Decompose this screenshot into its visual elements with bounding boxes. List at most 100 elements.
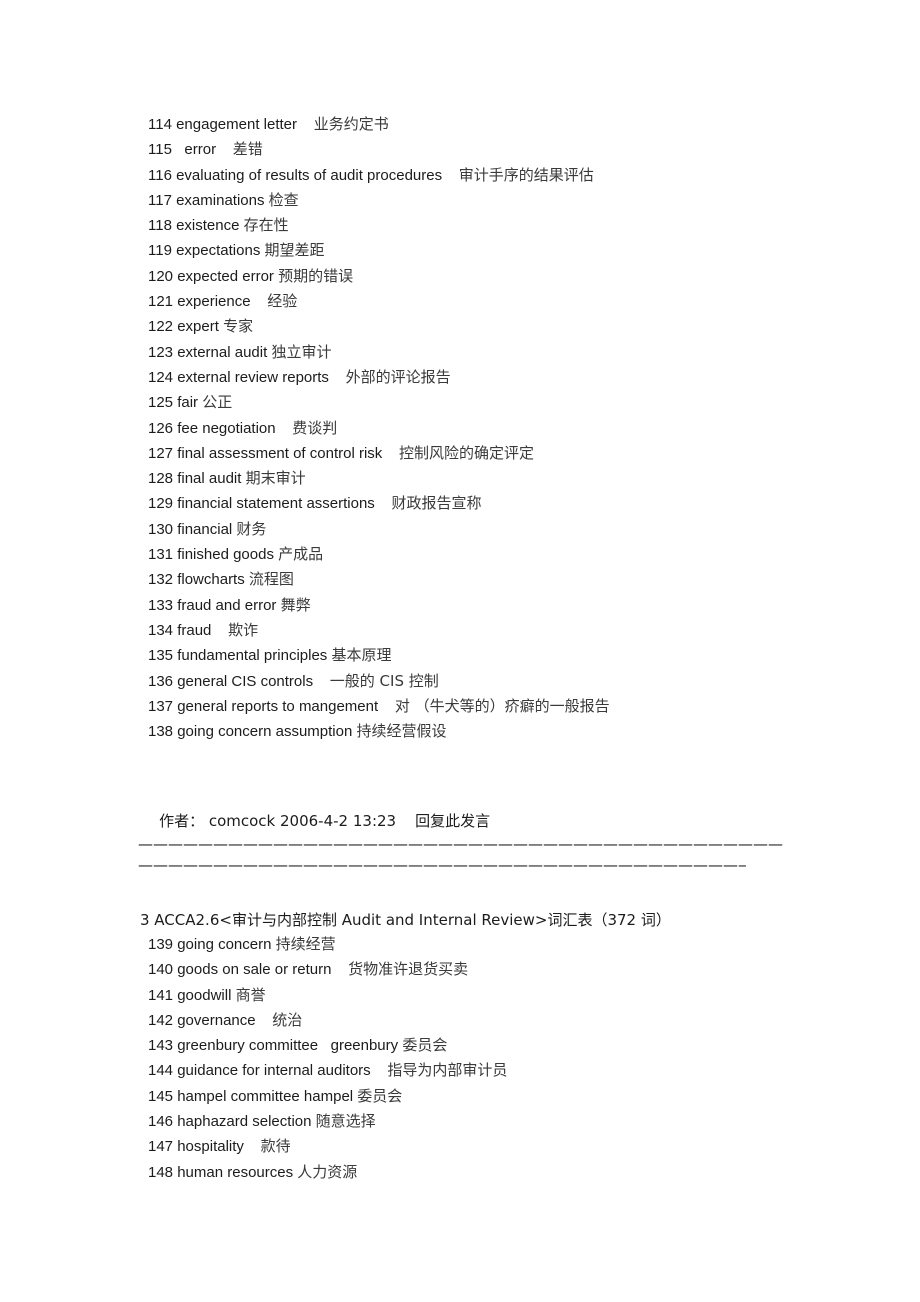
entry-number: 122: [148, 318, 174, 336]
entry-gap: [371, 1062, 388, 1079]
vocabulary-entry: 141 goodwill 商誉: [148, 983, 507, 1008]
vocabulary-entry: 117 examinations 检查: [148, 188, 610, 213]
entry-term-chinese: 商誉: [235, 985, 266, 1004]
entry-number: 126: [148, 419, 174, 437]
vocabulary-entry: 134 fraud 欺诈: [148, 618, 610, 643]
entry-term-chinese: 欺诈: [228, 620, 259, 639]
entry-gap: [244, 1138, 261, 1155]
vocabulary-entry: 123 external audit 独立审计: [148, 340, 610, 365]
entry-term-chinese: 费谈判: [292, 418, 338, 437]
entry-number: 146: [148, 1113, 174, 1131]
entry-term-chinese: 款待: [260, 1137, 291, 1156]
entry-number: 135: [148, 647, 174, 665]
entry-number: 127: [148, 444, 174, 462]
entry-number: 130: [148, 520, 174, 538]
entry-term-chinese: 委员会: [357, 1086, 403, 1105]
vocabulary-entry: 125 fair 公正: [148, 390, 610, 415]
entry-number: 114: [148, 116, 172, 133]
vocabulary-entry: 145 hampel committee hampel 委员会: [148, 1084, 507, 1109]
entry-term-chinese: 存在性: [243, 216, 289, 235]
entry-number: 115: [148, 141, 172, 159]
vocabulary-entry: 121 experience 经验: [148, 289, 610, 314]
entry-gap: [297, 116, 314, 133]
entry-term-chinese: 持续经营: [275, 935, 336, 953]
separator-group: ————————————————————————————————————————…: [138, 834, 786, 876]
vocabulary-entry: 148 human resources 人力资源: [148, 1160, 507, 1185]
entry-gap: [331, 961, 348, 978]
entry-term-english: engagement letter: [176, 116, 298, 133]
entry-gap: [313, 673, 330, 690]
entry-term-chinese: 舞弊: [280, 595, 311, 614]
entry-number: 123: [148, 343, 174, 361]
entry-number: 144: [148, 1062, 174, 1080]
entry-term-english: external review reports: [177, 368, 329, 386]
entry-term-english: haphazard selection: [177, 1113, 312, 1131]
vocabulary-entry: 144 guidance for internal auditors 指导为内部…: [148, 1058, 507, 1083]
entry-term-chinese: 人力资源: [297, 1162, 358, 1181]
vocabulary-entry: 122 expert 专家: [148, 314, 610, 339]
entry-term-english: experience: [177, 293, 251, 311]
entry-number: 116: [148, 166, 172, 184]
entry-term-chinese: 独立审计: [271, 342, 332, 361]
vocabulary-entry: 139 going concern 持续经营: [148, 932, 507, 957]
entry-term-chinese: 流程图: [248, 570, 294, 589]
vocabulary-entry: 120 expected error 预期的错误: [148, 264, 610, 289]
entry-gap: [256, 1012, 273, 1029]
entry-term-english: error: [176, 141, 217, 159]
entry-gap: [375, 495, 392, 512]
entry-term-chinese: 财务: [236, 519, 267, 538]
vocabulary-entry: 136 general CIS controls 一般的 CIS 控制: [148, 669, 610, 694]
vocabulary-entry: 137 general reports to mangement 对 （牛犬等的…: [148, 694, 610, 719]
entry-gap: [216, 141, 233, 158]
entry-term-english: financial statement assertions: [177, 495, 375, 513]
entry-term-chinese: 对 （牛犬等的）疥癖的一般报告: [394, 696, 610, 715]
vocabulary-entry: 119 expectations 期望差距: [148, 238, 610, 263]
entry-number: 125: [148, 394, 174, 412]
entry-term-chinese: 控制风险的确定评定: [398, 443, 534, 462]
entry-term-chinese: 专家: [223, 317, 254, 336]
entry-term-english: general CIS controls: [177, 672, 314, 690]
entry-term-chinese: 基本原理: [331, 646, 392, 665]
entry-term-english: fraud and error: [177, 596, 277, 614]
entry-term-english: expected error: [177, 267, 274, 285]
entry-gap: [329, 369, 346, 386]
entry-gap: [251, 293, 268, 310]
entry-term-english: fraud: [177, 621, 212, 639]
vocabulary-entry: 138 going concern assumption 持续经营假设: [148, 719, 610, 744]
vocabulary-entry: 124 external review reports 外部的评论报告: [148, 365, 610, 390]
separator-line-1: ————————————————————————————————————————…: [138, 835, 783, 853]
entry-number: 143: [148, 1037, 174, 1055]
entry-number: 136: [148, 672, 174, 690]
entry-number: 134: [148, 621, 174, 639]
entry-number: 121: [148, 293, 174, 311]
entry-gap: [442, 167, 459, 184]
author-meta-text: 作者： comcock 2006-4-2 13:23 回复此发言: [159, 812, 491, 830]
entry-term-english: going concern assumption: [177, 723, 353, 741]
entry-term-chinese: 统治: [272, 1010, 303, 1029]
entry-number: 117: [148, 191, 172, 209]
entry-term-chinese: 产成品: [278, 545, 324, 564]
entry-term-chinese: 公正: [202, 393, 233, 412]
entry-term-chinese: 财政报告宣称: [391, 494, 482, 513]
entry-number: 132: [148, 571, 174, 589]
entry-term-chinese: 经验: [267, 292, 298, 311]
entry-number: 139: [148, 936, 174, 953]
entry-number: 120: [148, 267, 174, 285]
entry-term-english: hampel committee hampel: [177, 1087, 354, 1105]
entry-number: 141: [148, 986, 174, 1004]
entry-term-chinese: 随意选择: [315, 1112, 376, 1131]
vocabulary-entry: 140 goods on sale or return 货物准许退货买卖: [148, 957, 507, 982]
entry-number: 142: [148, 1011, 174, 1029]
vocabulary-list-part-1: 114 engagement letter 业务约定书 115 error 差错 1…: [148, 112, 610, 744]
entry-term-chinese: 检查: [268, 190, 299, 209]
document-page: 114 engagement letter 业务约定书 115 error 差错 1…: [0, 0, 920, 1302]
vocabulary-entry: 127 final assessment of control risk 控制风…: [148, 441, 610, 466]
entry-term-english: expectations: [176, 242, 261, 260]
entry-term-english: financial: [177, 520, 233, 538]
entry-term-english: final audit: [177, 470, 242, 488]
entry-term-english: going concern: [177, 936, 272, 953]
vocabulary-entry: 132 flowcharts 流程图: [148, 567, 610, 592]
entry-term-chinese: 外部的评论报告: [345, 367, 451, 386]
entry-term-english: guidance for internal auditors: [177, 1062, 371, 1080]
vocabulary-entry: 114 engagement letter 业务约定书: [148, 112, 610, 137]
